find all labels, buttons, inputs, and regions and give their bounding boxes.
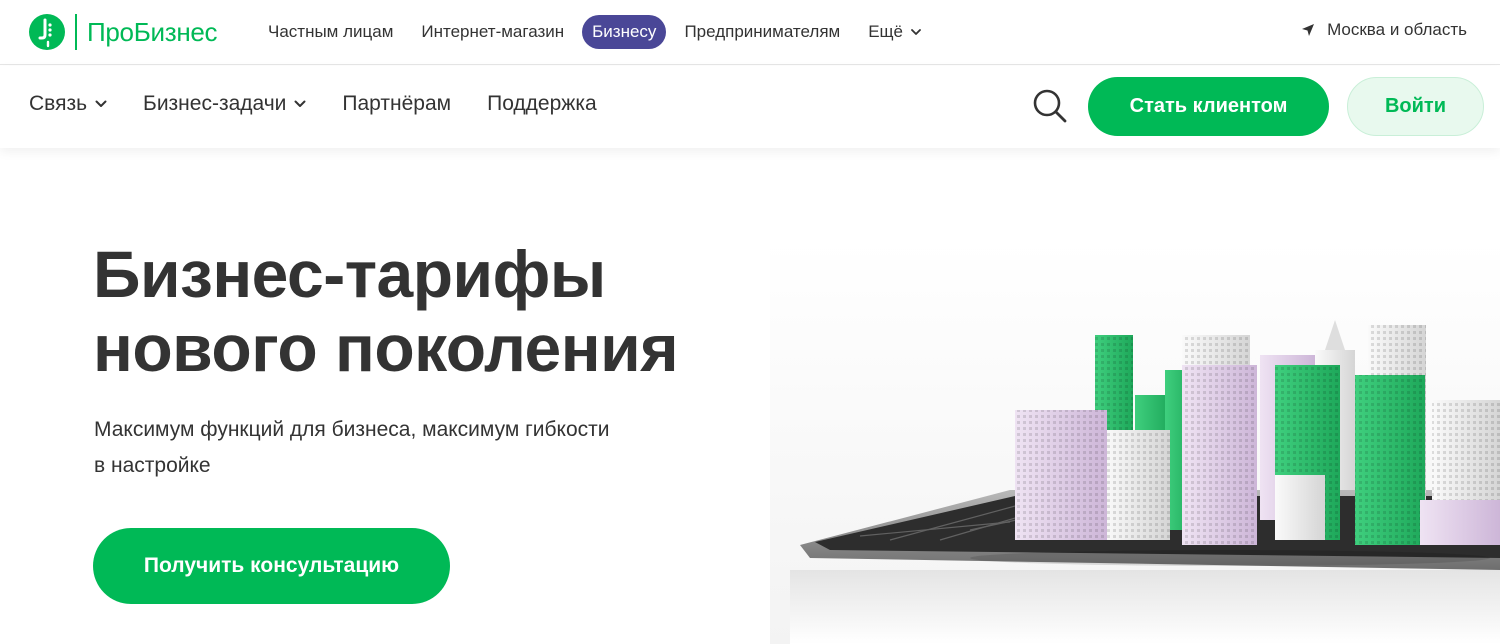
location-arrow-icon	[1302, 24, 1315, 36]
hero-title-line: Бизнес-тарифы	[93, 237, 606, 311]
region-selector[interactable]: Москва и область	[1301, 20, 1467, 40]
main-nav-item-label: Связь	[29, 92, 88, 115]
hero-subtitle-line: в настройке	[94, 454, 211, 477]
search-icon[interactable]	[1030, 86, 1070, 126]
brand-name: ПроБизнес	[87, 16, 218, 47]
top-nav-item-business[interactable]: Бизнесу	[582, 15, 667, 49]
logo-divider	[75, 14, 77, 50]
login-button[interactable]: Войти	[1347, 77, 1484, 136]
main-nav-item-label: Партнёрам	[342, 92, 452, 115]
top-nav-item-private[interactable]: Частным лицам	[258, 15, 403, 49]
megafon-logo-icon	[29, 14, 65, 50]
main-nav-item-partners[interactable]: Партнёрам	[342, 92, 451, 116]
region-label: Москва и область	[1327, 20, 1467, 39]
top-nav: Частным лицам Интернет-магазин Бизнесу П…	[258, 14, 939, 50]
top-bar: ПроБизнес Частным лицам Интернет-магазин…	[0, 0, 1500, 65]
hero-subtitle: Максимум функций для бизнеса, максимум г…	[94, 412, 714, 484]
become-client-button[interactable]: Стать клиентом	[1088, 77, 1329, 136]
top-nav-more-label: Ещё	[868, 22, 903, 41]
main-nav-item-label: Поддержка	[487, 92, 597, 115]
main-nav-item-label: Бизнес-задачи	[143, 92, 287, 115]
main-nav-item-business-tasks[interactable]: Бизнес-задачи	[143, 92, 306, 116]
hero-subtitle-line: Максимум функций для бизнеса, максимум г…	[94, 418, 610, 441]
main-nav-item-communication[interactable]: Связь	[29, 92, 107, 116]
top-nav-item-entrepreneurs[interactable]: Предпринимателям	[674, 15, 850, 49]
get-consultation-button[interactable]: Получить консультацию	[93, 528, 450, 604]
chevron-down-icon	[95, 100, 107, 107]
brand-logo[interactable]: ПроБизнес	[28, 12, 218, 52]
city-illustration	[770, 240, 1500, 644]
main-nav-item-support[interactable]: Поддержка	[487, 92, 597, 116]
hero-title: Бизнес-тарифы нового поколения	[93, 237, 773, 385]
chevron-down-icon	[294, 100, 306, 107]
hero-title-line: нового поколения	[93, 311, 679, 385]
main-nav: Связь Бизнес-задачи Партнёрам Поддержка …	[0, 66, 1500, 148]
top-nav-item-shop[interactable]: Интернет-магазин	[411, 15, 574, 49]
top-nav-more[interactable]: Ещё	[858, 15, 931, 49]
main-nav-links: Связь Бизнес-задачи Партнёрам Поддержка	[29, 92, 633, 116]
chevron-down-icon	[911, 29, 921, 35]
